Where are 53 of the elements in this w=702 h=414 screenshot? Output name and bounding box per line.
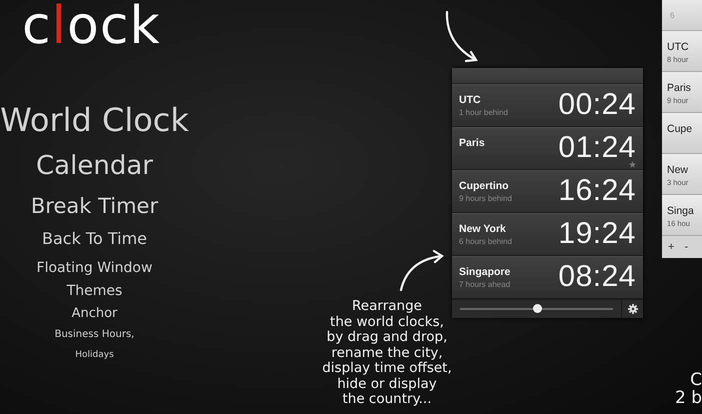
- promo-text: 2 b: [674, 389, 702, 407]
- caption-line: the world clocks,: [330, 314, 444, 330]
- caption-line: the country...: [342, 392, 432, 408]
- clock-time: 00:24: [558, 90, 636, 120]
- clock-row[interactable]: Cupertino 9 hours behind 16:24: [452, 170, 643, 213]
- promo-text: C: [690, 371, 702, 389]
- clock-time: 01:24: [558, 132, 636, 162]
- caption-line: rename the city,: [331, 346, 443, 361]
- feature-link[interactable]: Calendar: [36, 152, 153, 182]
- time-offset: 7 hours ahead: [459, 280, 510, 289]
- caption-line: by drag and drop,: [326, 330, 448, 346]
- caption-line: hide or display: [337, 376, 437, 392]
- city-name: Paris: [667, 82, 692, 94]
- clock-time: 19:24: [558, 218, 636, 248]
- feature-link[interactable]: Themes: [66, 283, 122, 300]
- city-name: Cupertino: [459, 180, 510, 192]
- toolbar-button[interactable]: +: [668, 241, 674, 253]
- clock-row[interactable]: Paris 01:24: [452, 127, 643, 170]
- curved-arrow: [446, 10, 478, 62]
- city-name: New York: [459, 223, 507, 235]
- feature-link[interactable]: Holidays: [75, 350, 114, 360]
- logo-text: c: [22, 0, 52, 52]
- settings-icon[interactable]: [628, 304, 638, 314]
- logo-accent-letter: l: [52, 0, 68, 52]
- city-name: Cupe: [667, 123, 694, 135]
- city-name: UTC: [459, 94, 482, 106]
- caption-line: Rearrange: [352, 299, 422, 314]
- clock-row[interactable]: New York 6 hours behind 19:24: [452, 213, 643, 256]
- time-offset: 9 hours behind: [459, 194, 512, 203]
- header-label: 6: [670, 10, 674, 20]
- feature-link[interactable]: Break Timer: [30, 194, 158, 218]
- city-name: Paris: [459, 137, 485, 149]
- time-offset: 1 hour behind: [459, 108, 508, 117]
- clock-row[interactable]: UTC 1 hour behind 00:24: [452, 84, 643, 127]
- city-name: Singapore: [459, 266, 510, 278]
- clock-time: 16:24: [558, 176, 636, 206]
- toolbar-button[interactable]: -: [684, 241, 688, 253]
- feature-link[interactable]: Business Hours,: [54, 329, 134, 341]
- feature-link[interactable]: Anchor: [72, 307, 118, 322]
- curved-arrow: [400, 250, 444, 292]
- city-name: New: [667, 164, 690, 176]
- city-name: UTC: [667, 41, 690, 53]
- clock-row[interactable]: Singapore 7 hours ahead 08:24: [452, 256, 643, 299]
- feature-link[interactable]: Back To Time: [42, 230, 147, 248]
- time-offset: 6 hours behind: [459, 237, 512, 246]
- caption-line: display time offset,: [322, 361, 452, 376]
- city-name: Singa: [667, 205, 695, 217]
- slider-thumb[interactable]: [532, 304, 542, 313]
- clock-row[interactable]: Cupe: [662, 113, 702, 154]
- feature-link[interactable]: World Clock: [0, 102, 189, 139]
- feature-link[interactable]: Floating Window: [36, 260, 152, 276]
- logo-text: ock: [67, 0, 161, 52]
- clock-time: 08:24: [558, 262, 636, 292]
